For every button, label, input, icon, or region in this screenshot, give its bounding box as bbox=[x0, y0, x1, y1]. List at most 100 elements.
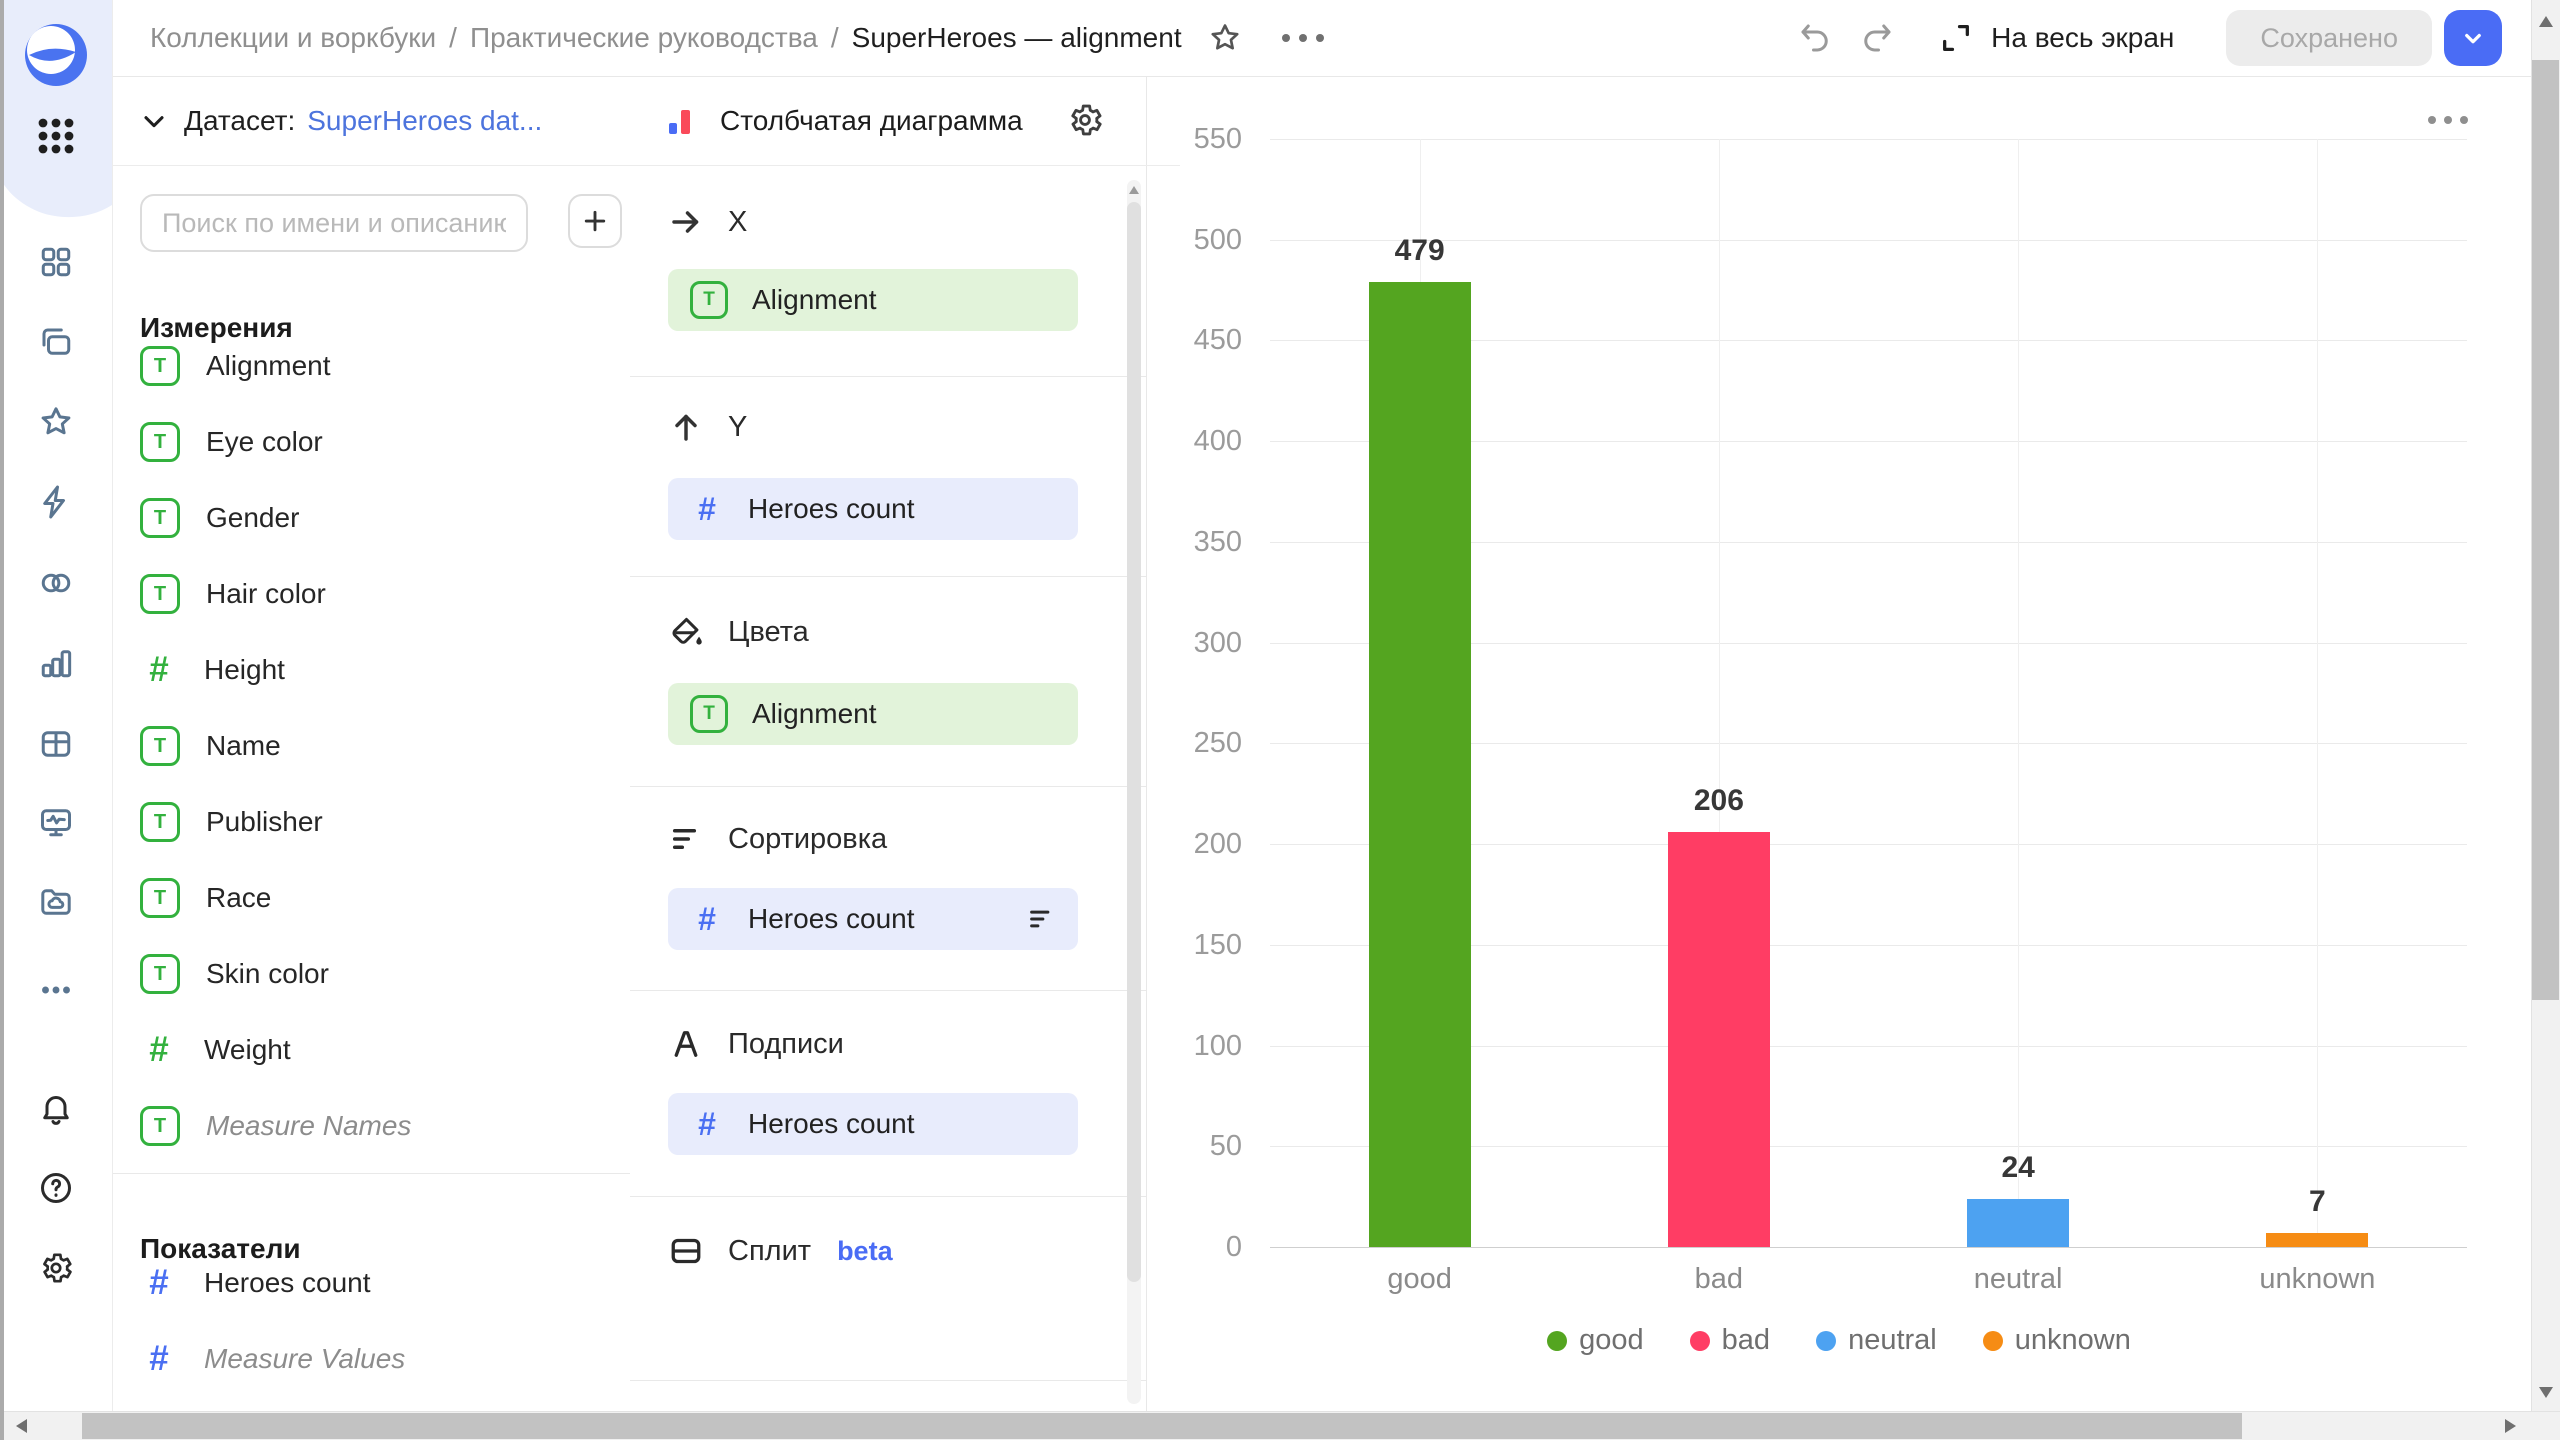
horizontal-scrollbar-thumb[interactable] bbox=[82, 1413, 2242, 1439]
fullscreen-label[interactable]: На весь экран bbox=[1991, 22, 2174, 54]
apps-grid-icon[interactable] bbox=[36, 116, 76, 156]
section-y: Y bbox=[668, 405, 747, 449]
scroll-left-arrow[interactable] bbox=[16, 1419, 27, 1433]
section-divider bbox=[630, 376, 1146, 377]
field-item-heroes-count[interactable]: #Heroes count bbox=[112, 1245, 630, 1321]
legend-item-unknown[interactable]: unknown bbox=[1983, 1324, 2131, 1357]
nav-datasets-icon[interactable] bbox=[38, 565, 74, 601]
fullscreen-button[interactable] bbox=[1939, 21, 1973, 55]
nav-charts-icon[interactable] bbox=[38, 645, 74, 681]
field-item-publisher[interactable]: TPublisher bbox=[112, 784, 630, 860]
pill-alignment[interactable]: TAlignment bbox=[668, 269, 1078, 331]
field-item-weight[interactable]: #Weight bbox=[112, 1012, 630, 1088]
gear-icon bbox=[1066, 101, 1104, 139]
vertical-scrollbar[interactable] bbox=[2531, 0, 2560, 1412]
field-item-hair-color[interactable]: THair color bbox=[112, 556, 630, 632]
ellipsis-icon bbox=[1282, 34, 1290, 42]
field-item-gender[interactable]: TGender bbox=[112, 480, 630, 556]
legend-item-good[interactable]: good bbox=[1547, 1324, 1644, 1357]
chart-settings-button[interactable] bbox=[1066, 101, 1104, 139]
field-search-input[interactable] bbox=[140, 194, 528, 252]
legend-item-neutral[interactable]: neutral bbox=[1816, 1324, 1937, 1357]
field-item-eye-color[interactable]: TEye color bbox=[112, 404, 630, 480]
legend-swatch bbox=[1816, 1331, 1836, 1351]
nav-tables-icon[interactable] bbox=[38, 726, 74, 762]
nav-dashboards-icon[interactable] bbox=[38, 244, 74, 280]
ellipsis-icon bbox=[2428, 116, 2436, 124]
section-colors-label: Цвета bbox=[728, 616, 809, 649]
save-dropdown-button[interactable] bbox=[2444, 10, 2502, 66]
pill-label: Heroes count bbox=[748, 903, 915, 935]
bar-good[interactable] bbox=[1369, 282, 1471, 1247]
field-label: Race bbox=[206, 882, 271, 914]
expand-icon bbox=[1939, 21, 1973, 55]
breadcrumb-item[interactable]: Практические руководства bbox=[470, 22, 818, 54]
string-field-icon: T bbox=[690, 281, 728, 319]
help-icon[interactable] bbox=[38, 1170, 74, 1206]
string-field-icon: T bbox=[140, 878, 180, 918]
legend-label: unknown bbox=[2015, 1324, 2131, 1357]
legend-item-bad[interactable]: bad bbox=[1690, 1324, 1770, 1357]
topbar: Коллекции и воркбуки/Практические руково… bbox=[112, 0, 2532, 77]
nav-connections-icon[interactable] bbox=[38, 484, 74, 520]
x-axis-label: neutral bbox=[1908, 1263, 2128, 1296]
chart-menu-button[interactable] bbox=[2428, 116, 2468, 124]
field-label: Eye color bbox=[206, 426, 323, 458]
chevron-down-icon bbox=[138, 105, 170, 137]
scroll-right-arrow[interactable] bbox=[2505, 1419, 2516, 1433]
nav-collections-icon[interactable] bbox=[38, 324, 74, 360]
scroll-down-arrow[interactable] bbox=[2539, 1387, 2553, 1398]
favorite-star-button[interactable] bbox=[1208, 21, 1242, 55]
gridline-vertical bbox=[2317, 139, 2318, 1247]
add-field-button[interactable] bbox=[568, 194, 622, 248]
field-item-name[interactable]: TName bbox=[112, 708, 630, 784]
field-item-measure-names[interactable]: TMeasure Names bbox=[112, 1088, 630, 1164]
bar-neutral[interactable] bbox=[1967, 1199, 2069, 1247]
datalens-logo[interactable] bbox=[25, 24, 87, 86]
y-tick-label: 200 bbox=[1146, 829, 1242, 859]
dataset-name-link[interactable]: SuperHeroes dat... bbox=[307, 105, 542, 137]
settings-gear-icon[interactable] bbox=[38, 1250, 74, 1286]
pill-alignment[interactable]: TAlignment bbox=[668, 683, 1078, 745]
field-item-measure-values[interactable]: #Measure Values bbox=[112, 1321, 630, 1397]
vertical-scrollbar-thumb[interactable] bbox=[2532, 60, 2559, 1000]
number-field-icon: # bbox=[140, 650, 178, 690]
breadcrumb-item[interactable]: Коллекции и воркбуки bbox=[150, 22, 436, 54]
scroll-up-arrow[interactable] bbox=[1129, 186, 1139, 194]
sort-direction-icon[interactable] bbox=[1026, 904, 1056, 934]
nav-storage-icon[interactable] bbox=[38, 884, 74, 920]
field-label: Weight bbox=[204, 1034, 291, 1066]
pill-heroes-count[interactable]: #Heroes count bbox=[668, 478, 1078, 540]
section-divider bbox=[630, 1380, 1146, 1381]
scroll-up-arrow[interactable] bbox=[2539, 16, 2553, 27]
undo-icon bbox=[1797, 20, 1833, 56]
dataset-header[interactable]: Датасет: SuperHeroes dat... bbox=[112, 76, 656, 166]
pill-heroes-count[interactable]: #Heroes count bbox=[668, 1093, 1078, 1155]
nav-more-icon[interactable] bbox=[38, 972, 74, 1008]
nav-favorites-icon[interactable] bbox=[38, 404, 74, 440]
pill-label: Heroes count bbox=[748, 1108, 915, 1140]
field-item-height[interactable]: # Height bbox=[112, 632, 630, 708]
chart-type-label: Столбчатая диаграмма bbox=[720, 105, 1023, 137]
section-divider bbox=[630, 576, 1146, 577]
bar-value-label: 479 bbox=[1340, 234, 1500, 268]
section-divider bbox=[630, 786, 1146, 787]
undo-button[interactable] bbox=[1797, 20, 1833, 56]
breadcrumb-more-button[interactable] bbox=[1282, 34, 1324, 42]
notifications-bell-icon[interactable] bbox=[38, 1090, 74, 1126]
field-item-race[interactable]: T Race bbox=[112, 860, 630, 936]
y-tick-label: 50 bbox=[1146, 1131, 1242, 1161]
field-label: Gender bbox=[206, 502, 299, 534]
pill-heroes-count[interactable]: #Heroes count bbox=[668, 888, 1078, 950]
nav-monitoring-icon[interactable] bbox=[38, 804, 74, 840]
bar-bad[interactable] bbox=[1668, 832, 1770, 1247]
field-label: Height bbox=[204, 654, 285, 686]
field-item-skin-color[interactable]: TSkin color bbox=[112, 936, 630, 1012]
field-item-alignment[interactable]: TAlignment bbox=[112, 328, 630, 404]
horizontal-scrollbar[interactable] bbox=[0, 1411, 2560, 1440]
config-scrollbar-thumb[interactable] bbox=[1127, 202, 1141, 1282]
bar-unknown[interactable] bbox=[2266, 1233, 2368, 1247]
saved-button[interactable]: Сохранено bbox=[2226, 10, 2432, 66]
redo-button[interactable] bbox=[1859, 20, 1895, 56]
config-scrollbar[interactable] bbox=[1127, 180, 1141, 1404]
